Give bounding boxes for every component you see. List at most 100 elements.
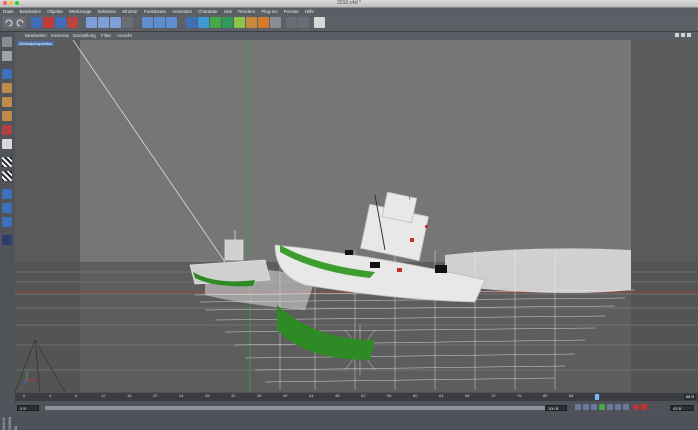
model-mode-icon[interactable] [2, 37, 12, 47]
prev-key-icon[interactable] [583, 404, 589, 410]
deformer-icon[interactable] [234, 17, 245, 28]
array-icon[interactable] [222, 17, 233, 28]
polygons-mode-icon[interactable] [2, 111, 12, 121]
menu-datei[interactable]: Datei [3, 9, 14, 14]
play-icon[interactable] [599, 404, 605, 410]
timeline-tick: 28 [205, 393, 210, 398]
workplane-icon[interactable] [2, 189, 12, 199]
timeline-tick: 12 [101, 393, 106, 398]
pointer-icon[interactable] [286, 17, 297, 28]
texture-mode-icon[interactable] [2, 69, 12, 79]
move-tool-icon[interactable] [43, 17, 54, 28]
edges-mode-icon[interactable] [2, 97, 12, 107]
layout-icon[interactable] [314, 17, 325, 28]
axis-mode-icon[interactable] [2, 139, 12, 149]
rotate-tool-icon[interactable] [67, 17, 78, 28]
axis-x-icon[interactable] [86, 17, 97, 28]
fps-field[interactable]: 43 B [670, 405, 694, 411]
menu-hilfe[interactable]: Hilfe [305, 9, 314, 14]
timeline-tick: 4 [49, 393, 52, 398]
end-frame-field[interactable]: 100 B [545, 405, 567, 411]
menu-struktur[interactable]: Struktur [122, 9, 138, 14]
soft-selection-icon[interactable] [2, 203, 12, 213]
menu-hair[interactable]: Hair [224, 9, 232, 14]
menu-charakter[interactable]: Charakter [198, 9, 218, 14]
render-picture-viewer-icon[interactable] [154, 17, 165, 28]
window-titlebar: 2010.c4d * [0, 0, 698, 8]
scene-icon[interactable] [246, 17, 257, 28]
next-frame-icon[interactable] [607, 404, 613, 410]
window-title: 2010.c4d * [337, 0, 361, 6]
viewport-menu-bar: Bearbeiten Kameras Darstellung Filter An… [15, 32, 698, 40]
render-settings-icon[interactable] [166, 17, 177, 28]
prev-frame-icon[interactable] [591, 404, 597, 410]
viewport-menu-bearbeiten[interactable]: Bearbeiten [25, 33, 47, 38]
range-slider[interactable] [45, 406, 545, 410]
timeline-tick: 40 [283, 393, 288, 398]
menu-werkzeuge[interactable]: Werkzeuge [69, 9, 92, 14]
timeline-tick: 80 [543, 393, 548, 398]
timeline-tick: 56 [387, 393, 392, 398]
viewport-menu-darstellung[interactable]: Darstellung [73, 33, 96, 38]
viewport-menu-ansicht[interactable]: Ansicht [117, 33, 132, 38]
current-frame-display: 88 B [683, 394, 696, 400]
nurbs-icon[interactable] [210, 17, 221, 28]
scale-tool-icon[interactable] [55, 17, 66, 28]
main-toolbar [0, 15, 698, 32]
viewport-camera-label[interactable]: Zentralperspektive [17, 41, 54, 46]
viewport-nav-icons[interactable] [675, 33, 695, 38]
viewport-menu-kameras[interactable]: Kameras [51, 33, 69, 38]
go-to-end-icon[interactable] [623, 404, 629, 410]
record-icon[interactable] [633, 404, 639, 410]
undo-icon[interactable] [3, 17, 14, 28]
lock-icon[interactable] [2, 235, 12, 245]
timeline-tick: 0 [23, 393, 26, 398]
timeline-tick: 36 [257, 393, 262, 398]
timeline-tick: 60 [413, 393, 418, 398]
menu-animation[interactable]: Animation [172, 9, 192, 14]
viewport-menu-filter[interactable]: Filter [101, 33, 111, 38]
snap-icon[interactable] [2, 171, 12, 181]
menu-selektion[interactable]: Selektion [98, 9, 117, 14]
object-mode-icon[interactable] [2, 51, 12, 61]
menu-funktionen[interactable]: Funktionen [144, 9, 166, 14]
cube-icon[interactable] [186, 17, 197, 28]
scene-render [15, 40, 698, 392]
axis-y-icon[interactable] [98, 17, 109, 28]
left-tool-palette: MAXON CINEMA 4D [0, 32, 18, 430]
timeline-scrubber[interactable] [595, 394, 599, 400]
uv-mode-icon[interactable] [2, 125, 12, 135]
light-icon[interactable] [258, 17, 269, 28]
go-to-start-icon[interactable] [575, 404, 581, 410]
tweak-icon[interactable] [2, 217, 12, 227]
menu-fenster[interactable]: Fenster [284, 9, 299, 14]
select-tool-icon[interactable] [31, 17, 42, 28]
render-view-icon[interactable] [142, 17, 153, 28]
autokey-icon[interactable] [641, 404, 647, 410]
axis-z-icon[interactable] [110, 17, 121, 28]
camera-icon[interactable] [270, 17, 281, 28]
next-key-icon[interactable] [615, 404, 621, 410]
checker-icon[interactable] [2, 157, 12, 167]
timeline-tick: 68 [465, 393, 470, 398]
timeline-tick: 44 [309, 393, 314, 398]
timeline-tick: 32 [231, 393, 236, 398]
timeline-tick: 84 [569, 393, 574, 398]
main-menu-bar: Datei Bearbeiten Objekte Werkzeuge Selek… [0, 8, 698, 15]
timeline-tick: 8 [75, 393, 78, 398]
menu-plugins[interactable]: Plug-ins [261, 9, 277, 14]
menu-objekte[interactable]: Objekte [47, 9, 63, 14]
timeline-tick: 48 [335, 393, 340, 398]
timeline-tick: 16 [127, 393, 132, 398]
points-mode-icon[interactable] [2, 83, 12, 93]
menu-bearbeiten[interactable]: Bearbeiten [20, 9, 42, 14]
start-frame-field[interactable]: 0 B [17, 405, 39, 411]
redo-icon[interactable] [15, 17, 26, 28]
live-select-icon[interactable] [298, 17, 309, 28]
3d-viewport[interactable]: Zentralperspektive [15, 40, 698, 392]
timeline-tick: 76 [517, 393, 522, 398]
spline-icon[interactable] [198, 17, 209, 28]
menu-rendern[interactable]: Rendern [238, 9, 255, 14]
coordinate-system-icon[interactable] [122, 17, 133, 28]
timeline-ruler[interactable]: 0 4 8 12 16 20 24 28 32 36 40 44 48 52 5… [15, 393, 698, 401]
